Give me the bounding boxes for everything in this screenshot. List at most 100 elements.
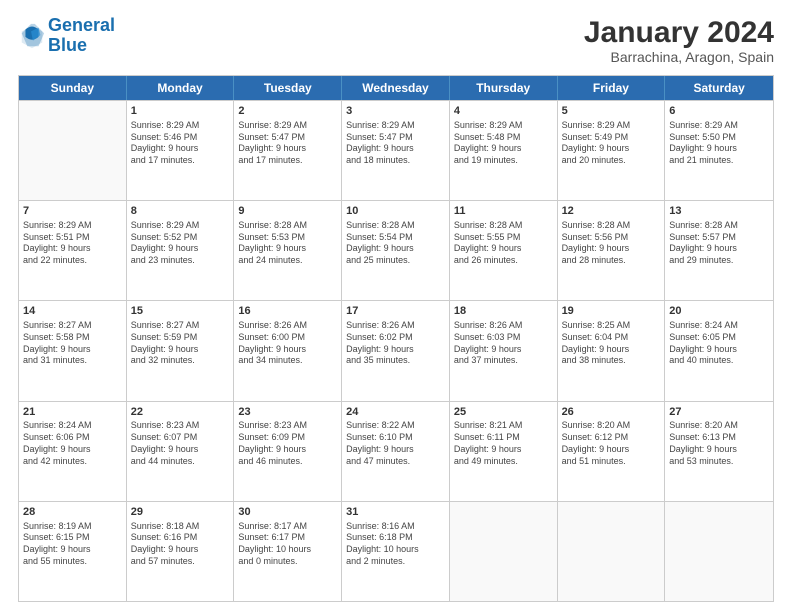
cell-info-line: Daylight: 9 hours	[23, 344, 122, 356]
cell-info-line: Sunrise: 8:28 AM	[562, 220, 661, 232]
cell-info-line: and 34 minutes.	[238, 355, 337, 367]
day-number: 31	[346, 505, 445, 520]
calendar-cell: 16Sunrise: 8:26 AMSunset: 6:00 PMDayligh…	[234, 301, 342, 400]
cell-info-line: Sunset: 5:51 PM	[23, 232, 122, 244]
day-number: 6	[669, 104, 769, 119]
cell-info-line: Sunset: 5:57 PM	[669, 232, 769, 244]
cell-info-line: and 22 minutes.	[23, 255, 122, 267]
cell-info-line: and 23 minutes.	[131, 255, 230, 267]
cell-info-line: Daylight: 9 hours	[562, 344, 661, 356]
page: General Blue January 2024 Barrachina, Ar…	[0, 0, 792, 612]
day-number: 24	[346, 405, 445, 420]
calendar-cell	[558, 502, 666, 601]
calendar-cell: 4Sunrise: 8:29 AMSunset: 5:48 PMDaylight…	[450, 101, 558, 200]
logo-blue: Blue	[48, 35, 87, 55]
cell-info-line: Sunrise: 8:19 AM	[23, 521, 122, 533]
cell-info-line: Daylight: 9 hours	[238, 143, 337, 155]
cell-info-line: Sunset: 5:46 PM	[131, 132, 230, 144]
cell-info-line: Sunset: 6:11 PM	[454, 432, 553, 444]
calendar-header: SundayMondayTuesdayWednesdayThursdayFrid…	[19, 76, 773, 100]
day-number: 11	[454, 204, 553, 219]
header-day-saturday: Saturday	[665, 76, 773, 100]
day-number: 29	[131, 505, 230, 520]
cell-info-line: Sunset: 6:13 PM	[669, 432, 769, 444]
calendar-cell: 10Sunrise: 8:28 AMSunset: 5:54 PMDayligh…	[342, 201, 450, 300]
day-number: 7	[23, 204, 122, 219]
cell-info-line: and 35 minutes.	[346, 355, 445, 367]
cell-info-line: Sunrise: 8:24 AM	[23, 420, 122, 432]
cell-info-line: and 24 minutes.	[238, 255, 337, 267]
calendar-cell: 26Sunrise: 8:20 AMSunset: 6:12 PMDayligh…	[558, 402, 666, 501]
cell-info-line: Sunrise: 8:26 AM	[238, 320, 337, 332]
cell-info-line: Daylight: 9 hours	[23, 243, 122, 255]
calendar-cell: 19Sunrise: 8:25 AMSunset: 6:04 PMDayligh…	[558, 301, 666, 400]
cell-info-line: and 46 minutes.	[238, 456, 337, 468]
cell-info-line: and 25 minutes.	[346, 255, 445, 267]
cell-info-line: Daylight: 9 hours	[454, 444, 553, 456]
calendar-cell: 28Sunrise: 8:19 AMSunset: 6:15 PMDayligh…	[19, 502, 127, 601]
day-number: 27	[669, 405, 769, 420]
day-number: 17	[346, 304, 445, 319]
header-day-tuesday: Tuesday	[234, 76, 342, 100]
cell-info-line: Sunrise: 8:23 AM	[131, 420, 230, 432]
cell-info-line: Daylight: 9 hours	[454, 243, 553, 255]
cell-info-line: Daylight: 9 hours	[669, 243, 769, 255]
calendar-cell	[19, 101, 127, 200]
cell-info-line: Daylight: 9 hours	[238, 344, 337, 356]
cell-info-line: Sunset: 6:04 PM	[562, 332, 661, 344]
cell-info-line: Sunset: 6:15 PM	[23, 532, 122, 544]
cell-info-line: Daylight: 9 hours	[454, 344, 553, 356]
calendar-cell: 12Sunrise: 8:28 AMSunset: 5:56 PMDayligh…	[558, 201, 666, 300]
calendar-cell	[665, 502, 773, 601]
cell-info-line: Sunset: 5:55 PM	[454, 232, 553, 244]
header-day-monday: Monday	[127, 76, 235, 100]
cell-info-line: Daylight: 9 hours	[669, 143, 769, 155]
calendar-body: 1Sunrise: 8:29 AMSunset: 5:46 PMDaylight…	[19, 100, 773, 601]
cell-info-line: and 47 minutes.	[346, 456, 445, 468]
calendar-cell: 25Sunrise: 8:21 AMSunset: 6:11 PMDayligh…	[450, 402, 558, 501]
calendar-cell	[450, 502, 558, 601]
cell-info-line: Sunset: 6:02 PM	[346, 332, 445, 344]
day-number: 3	[346, 104, 445, 119]
calendar-cell: 24Sunrise: 8:22 AMSunset: 6:10 PMDayligh…	[342, 402, 450, 501]
logo-text: General Blue	[48, 16, 115, 56]
calendar-cell: 17Sunrise: 8:26 AMSunset: 6:02 PMDayligh…	[342, 301, 450, 400]
cell-info-line: and 31 minutes.	[23, 355, 122, 367]
cell-info-line: Sunrise: 8:25 AM	[562, 320, 661, 332]
cell-info-line: Sunrise: 8:29 AM	[454, 120, 553, 132]
cell-info-line: and 26 minutes.	[454, 255, 553, 267]
cell-info-line: and 19 minutes.	[454, 155, 553, 167]
cell-info-line: and 55 minutes.	[23, 556, 122, 568]
cell-info-line: Daylight: 9 hours	[346, 243, 445, 255]
day-number: 25	[454, 405, 553, 420]
cell-info-line: Sunrise: 8:28 AM	[454, 220, 553, 232]
cell-info-line: Sunrise: 8:16 AM	[346, 521, 445, 533]
cell-info-line: and 0 minutes.	[238, 556, 337, 568]
day-number: 15	[131, 304, 230, 319]
calendar-cell: 1Sunrise: 8:29 AMSunset: 5:46 PMDaylight…	[127, 101, 235, 200]
cell-info-line: Sunset: 6:10 PM	[346, 432, 445, 444]
day-number: 16	[238, 304, 337, 319]
cell-info-line: Sunrise: 8:29 AM	[131, 220, 230, 232]
cell-info-line: Sunrise: 8:29 AM	[23, 220, 122, 232]
calendar-cell: 5Sunrise: 8:29 AMSunset: 5:49 PMDaylight…	[558, 101, 666, 200]
day-number: 10	[346, 204, 445, 219]
cell-info-line: Sunrise: 8:24 AM	[669, 320, 769, 332]
calendar-cell: 6Sunrise: 8:29 AMSunset: 5:50 PMDaylight…	[665, 101, 773, 200]
cell-info-line: Sunset: 6:12 PM	[562, 432, 661, 444]
cell-info-line: and 49 minutes.	[454, 456, 553, 468]
calendar-row-4: 28Sunrise: 8:19 AMSunset: 6:15 PMDayligh…	[19, 501, 773, 601]
day-number: 26	[562, 405, 661, 420]
cell-info-line: Sunset: 6:17 PM	[238, 532, 337, 544]
cell-info-line: and 28 minutes.	[562, 255, 661, 267]
day-number: 2	[238, 104, 337, 119]
cell-info-line: and 20 minutes.	[562, 155, 661, 167]
logo: General Blue	[18, 16, 115, 56]
logo-icon	[18, 22, 46, 50]
cell-info-line: Sunrise: 8:20 AM	[562, 420, 661, 432]
cell-info-line: Daylight: 9 hours	[131, 444, 230, 456]
cell-info-line: Sunrise: 8:22 AM	[346, 420, 445, 432]
calendar-cell: 14Sunrise: 8:27 AMSunset: 5:58 PMDayligh…	[19, 301, 127, 400]
calendar-cell: 20Sunrise: 8:24 AMSunset: 6:05 PMDayligh…	[665, 301, 773, 400]
day-number: 22	[131, 405, 230, 420]
